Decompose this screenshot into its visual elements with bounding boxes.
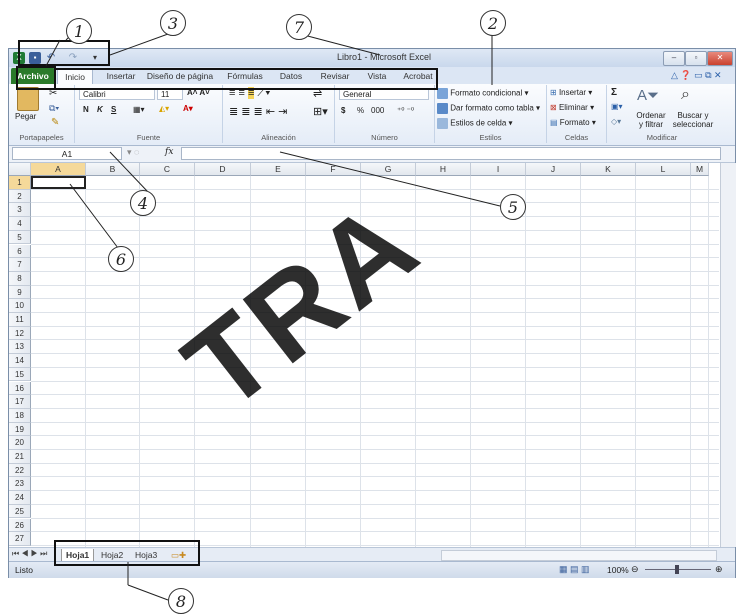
callout-4: 4 xyxy=(130,190,156,216)
callout-8: 8 xyxy=(168,588,194,614)
callout-3: 3 xyxy=(160,10,186,36)
callout-6: 6 xyxy=(108,246,134,272)
callout-2: 2 xyxy=(480,10,506,36)
callout-7: 7 xyxy=(286,14,312,40)
callout-1: 1 xyxy=(66,18,92,44)
